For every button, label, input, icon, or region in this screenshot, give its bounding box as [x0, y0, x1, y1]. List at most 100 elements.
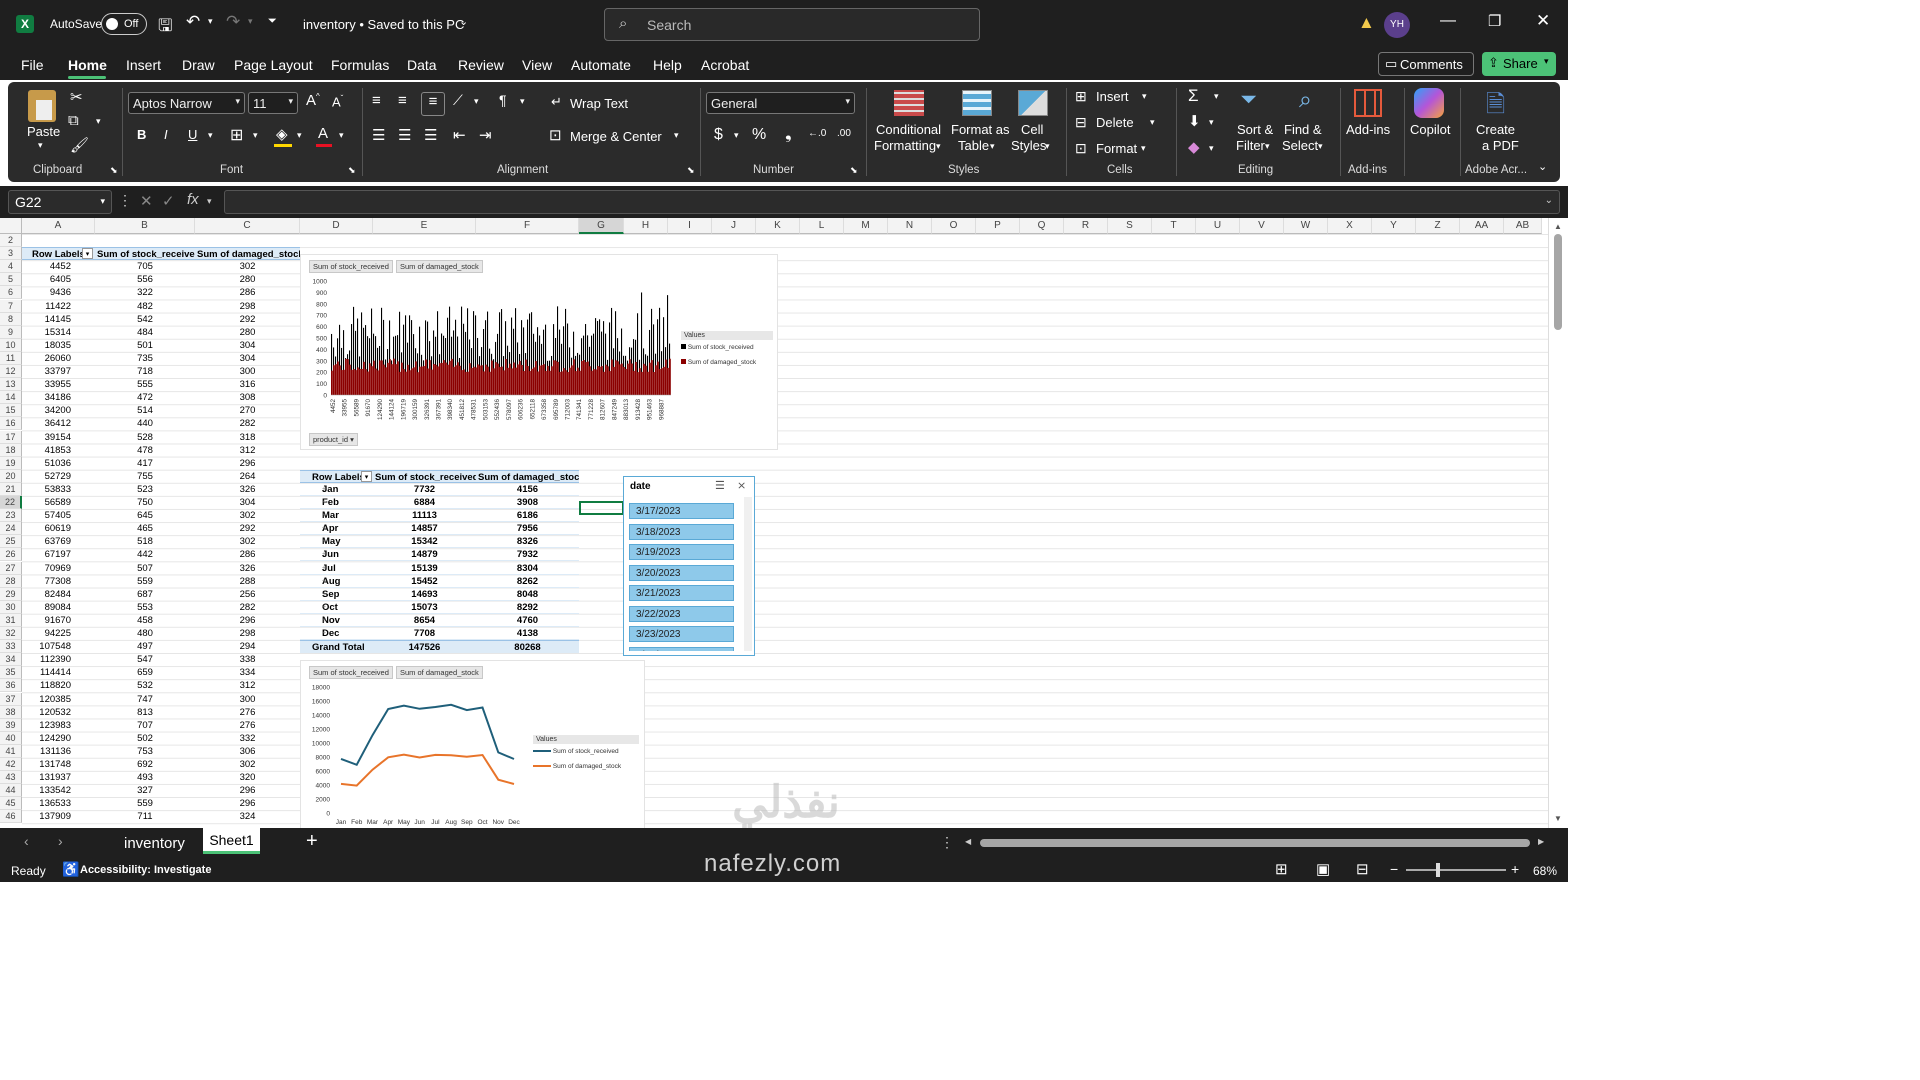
- row-header[interactable]: 23: [0, 509, 22, 523]
- name-box[interactable]: G22 ▾: [8, 190, 112, 214]
- conditional-formatting-button[interactable]: Conditional: [876, 122, 941, 137]
- column-header-p[interactable]: P: [976, 218, 1020, 234]
- row-header[interactable]: 19: [0, 456, 22, 470]
- prev-sheet-icon[interactable]: ‹: [24, 833, 29, 849]
- slicer-item[interactable]: 3/19/2023: [629, 544, 734, 560]
- addins-button[interactable]: Add-ins: [1346, 122, 1390, 137]
- format-as-table-label-2[interactable]: Table: [958, 138, 989, 153]
- format-cells-icon[interactable]: ⊡: [1075, 140, 1087, 157]
- rtl-icon[interactable]: ¶: [499, 92, 507, 108]
- row-header[interactable]: 12: [0, 365, 22, 378]
- horizontal-scrollbar[interactable]: [980, 839, 1530, 847]
- row-header[interactable]: 29: [0, 587, 22, 601]
- chart1-tag-damaged-stock[interactable]: Sum of damaged_stock: [396, 260, 483, 273]
- sheet-tab-inventory[interactable]: inventory: [124, 835, 185, 852]
- merge-icon[interactable]: ⊡: [549, 126, 562, 144]
- sort-filter-icon[interactable]: ⏷: [1240, 88, 1257, 112]
- find-select-icon[interactable]: ⌕: [1299, 86, 1312, 113]
- tab-home[interactable]: Home: [68, 57, 107, 73]
- column-header-i[interactable]: I: [668, 218, 712, 234]
- addins-icon[interactable]: [1354, 89, 1382, 117]
- undo-dropdown-icon[interactable]: ▾: [208, 16, 213, 27]
- share-button[interactable]: ⇪ Share ▾: [1482, 52, 1556, 76]
- filter-dropdown-icon[interactable]: ▾: [361, 470, 372, 482]
- tab-formulas[interactable]: Formulas: [331, 57, 389, 73]
- row-header[interactable]: 8: [0, 312, 22, 326]
- search-box[interactable]: ⌕ Search: [604, 8, 980, 41]
- percent-icon[interactable]: %: [752, 126, 766, 144]
- column-header-s[interactable]: S: [1108, 218, 1152, 234]
- normal-view-icon[interactable]: ⊞: [1275, 860, 1288, 878]
- row-header[interactable]: 6: [0, 286, 22, 300]
- insert-chevron-icon[interactable]: ▾: [1142, 91, 1147, 102]
- hscroll-left-icon[interactable]: ◀: [965, 837, 971, 846]
- tab-help[interactable]: Help: [653, 57, 682, 73]
- row-header[interactable]: 35: [0, 666, 22, 680]
- scroll-down-icon[interactable]: ▼: [1554, 814, 1562, 823]
- hscroll-right-icon[interactable]: ▶: [1538, 837, 1544, 846]
- delete-cells-button[interactable]: Delete: [1096, 115, 1134, 130]
- tab-file[interactable]: File: [21, 57, 44, 73]
- comments-button[interactable]: ▭ Comments: [1378, 52, 1474, 76]
- slicer-item[interactable]: 3/18/2023: [629, 523, 734, 540]
- pivot2-header[interactable]: Sum of damaged_stock: [476, 469, 579, 483]
- column-header-v[interactable]: V: [1240, 218, 1284, 234]
- row-header[interactable]: 40: [0, 731, 22, 745]
- copy-icon[interactable]: ⧉: [68, 112, 79, 129]
- pivot1-header[interactable]: Sum of stock_received: [95, 247, 195, 261]
- enter-icon[interactable]: ✓: [162, 192, 175, 210]
- fill-icon[interactable]: ⬇: [1188, 112, 1201, 130]
- column-header-y[interactable]: Y: [1372, 218, 1416, 234]
- column-header-q[interactable]: Q: [1020, 218, 1064, 234]
- formula-input[interactable]: ⌄: [224, 190, 1560, 214]
- undo-icon[interactable]: ↶: [186, 12, 200, 32]
- column-header-d[interactable]: D: [300, 218, 373, 234]
- cell-styles-button[interactable]: Cell: [1021, 122, 1043, 137]
- ribbon-collapse-icon[interactable]: ⌄: [1538, 160, 1547, 173]
- slicer-item[interactable]: 3/17/2023: [629, 503, 734, 519]
- increase-font-icon[interactable]: A^: [306, 92, 320, 109]
- expand-icon[interactable]: +: [322, 522, 328, 535]
- row-header[interactable]: 39: [0, 718, 22, 732]
- align-bottom-icon[interactable]: ≡: [421, 92, 445, 116]
- autosum-chevron-icon[interactable]: ▾: [1214, 91, 1219, 102]
- row-header[interactable]: 44: [0, 784, 22, 798]
- slicer-item[interactable]: 3/24/2023: [629, 646, 734, 651]
- row-header[interactable]: 11: [0, 351, 22, 365]
- column-header-g[interactable]: G: [579, 218, 624, 234]
- find-chevron-icon[interactable]: ▾: [1318, 141, 1323, 152]
- row-header[interactable]: 30: [0, 600, 22, 614]
- fill-chevron-icon[interactable]: ▾: [297, 130, 302, 141]
- format-as-table-icon[interactable]: [962, 90, 992, 116]
- merge-center-button[interactable]: Merge & Center: [570, 129, 662, 144]
- column-header-f[interactable]: F: [476, 218, 579, 234]
- row-header[interactable]: 2: [0, 234, 22, 247]
- row-header[interactable]: 33: [0, 640, 22, 654]
- accessibility-status[interactable]: Accessibility: Investigate: [80, 864, 211, 876]
- row-header[interactable]: 43: [0, 771, 22, 785]
- slicer-item[interactable]: 3/21/2023: [629, 585, 734, 601]
- slicer-item[interactable]: 3/22/2023: [629, 605, 734, 622]
- copy-chevron-icon[interactable]: ▾: [96, 116, 101, 127]
- copilot-icon[interactable]: [1414, 88, 1444, 118]
- expand-icon[interactable]: +: [322, 496, 328, 509]
- filter-dropdown-icon[interactable]: ▾: [82, 248, 93, 260]
- column-header-t[interactable]: T: [1152, 218, 1196, 234]
- tab-view[interactable]: View: [522, 57, 552, 73]
- column-header-h[interactable]: H: [624, 218, 668, 234]
- row-header[interactable]: 14: [0, 391, 22, 405]
- slicer-item[interactable]: 3/20/2023: [629, 564, 734, 581]
- scroll-up-icon[interactable]: ▲: [1554, 222, 1562, 231]
- zoom-in-icon[interactable]: +: [1511, 861, 1519, 877]
- column-header-c[interactable]: C: [195, 218, 300, 234]
- cut-icon[interactable]: ✂: [70, 88, 83, 106]
- delete-cells-icon[interactable]: ⊟: [1075, 114, 1087, 131]
- accessibility-icon[interactable]: ♿: [62, 861, 79, 878]
- clear-icon[interactable]: ◆: [1188, 138, 1200, 156]
- tab-data[interactable]: Data: [407, 57, 437, 73]
- conditional-formatting-icon[interactable]: [894, 90, 924, 116]
- row-header[interactable]: 27: [0, 561, 22, 575]
- row-header[interactable]: 22: [0, 496, 22, 509]
- avatar[interactable]: YH: [1384, 12, 1410, 38]
- wrap-text-icon[interactable]: ↵: [551, 94, 562, 110]
